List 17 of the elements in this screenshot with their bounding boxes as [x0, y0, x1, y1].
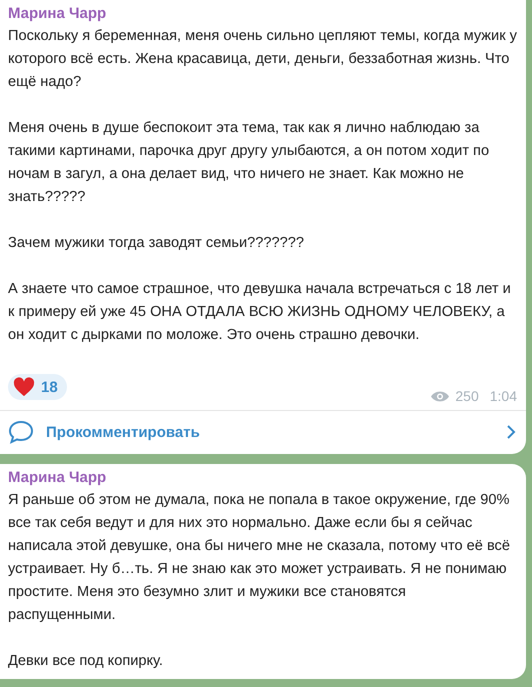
message-text: А знаете что самое страшное, что девушка начала встречаться с 18 лет и к примеру ей уже 45 ОНА ОТДАЛА ВСЮ ЖИЗНЬ ОДНОМУ ЧЕЛОВЕКУ, а он ходит с дырками по моложе. Это очень страшно девочки. — [8, 280, 512, 345]
message-text: Меня очень в душе беспокоит эта тема, так как я лично наблюдаю за такими картинами, парочка друг другу улыбаются, а он потом ходит по ночам в загул, а она делает вид, что ничего не знает. Как можно не знать????? — [8, 119, 490, 207]
chevron-right-icon — [506, 424, 516, 440]
heart-icon — [13, 377, 35, 397]
message-time: 1:04 — [490, 388, 517, 404]
message-text: Девки все под копирку. — [8, 652, 164, 671]
author-name: Марина Чарр — [8, 468, 108, 488]
author-name: Марина Чарр — [8, 4, 108, 24]
message-text: Поскольку я беременная, меня очень сильно цепляют темы, когда мужик у которого всё есть. Жена красавица, дети, деньги, беззаботная жизнь. Что ещё надо? — [8, 27, 517, 92]
message-text: Я раньше об этом не думала, пока не попала в такое окружение, где 90% все так себя ведут и для них это нормально. Даже если бы я сейчас написала этой девушке, она бы ничего мне не сказала, потому что её всё устраивает. Ну б…ть. Я не знаю как это может устраивать. Я не понимаю простите. Меня это безумно злит и мужики все становятся распущенными. — [8, 491, 511, 625]
reaction-button[interactable]: 18 — [8, 374, 67, 400]
speech-bubble-icon — [8, 420, 34, 444]
eye-icon — [430, 390, 450, 402]
message-text: Зачем мужики тогда заводят семьи??????? — [8, 234, 305, 253]
comment-label: Прокомментировать — [46, 424, 201, 440]
view-count: 250 — [455, 388, 479, 404]
comment-bar[interactable]: Прокомментировать — [0, 410, 526, 454]
